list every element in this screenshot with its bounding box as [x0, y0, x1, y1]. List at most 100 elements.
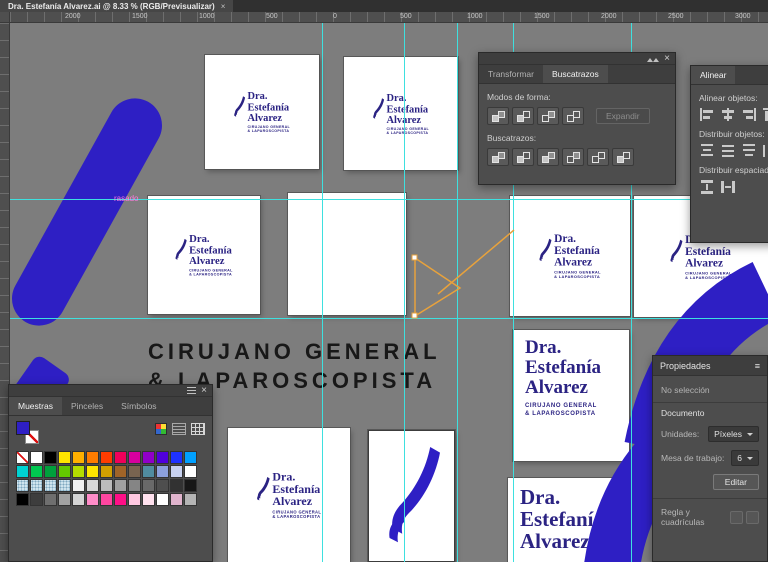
color-swatch[interactable] [184, 465, 197, 478]
pathfinder-divide-button[interactable] [487, 148, 509, 166]
color-swatch[interactable] [58, 465, 71, 478]
tab-buscatrazos[interactable]: Buscatrazos [542, 65, 608, 83]
show-grid-button[interactable] [746, 510, 759, 524]
tab-propiedades[interactable]: Propiedades [660, 361, 711, 371]
color-swatch[interactable] [128, 493, 141, 506]
color-swatch[interactable] [44, 479, 57, 492]
artboard[interactable]: Dra. Estefanía Alvarez CIRUJANO GENERAL … [510, 196, 630, 316]
logo-artwork[interactable]: Dra. Estefanía Alvarez CIRUJANO GENERAL … [256, 470, 321, 520]
color-swatch[interactable] [100, 451, 113, 464]
color-swatch[interactable] [128, 451, 141, 464]
pathfinder-merge-button[interactable] [537, 148, 559, 166]
color-swatch[interactable] [156, 493, 169, 506]
color-swatch[interactable] [142, 479, 155, 492]
color-swatch[interactable] [114, 493, 127, 506]
document-tab[interactable]: Dra. Estefanía Alvarez.ai @ 8.33 % (RGB/… [0, 0, 234, 12]
color-swatch[interactable] [142, 465, 155, 478]
fill-stroke-indicator[interactable] [16, 421, 41, 446]
close-panel-icon[interactable]: × [201, 385, 207, 396]
blue-capsule-shape[interactable] [2, 88, 172, 336]
color-swatch[interactable] [128, 465, 141, 478]
color-swatch[interactable] [86, 493, 99, 506]
logo-artwork[interactable]: Dra. Estefanía Alvarez [518, 486, 604, 552]
color-swatch[interactable] [16, 465, 29, 478]
fill-swatch[interactable] [16, 421, 30, 435]
color-swatch[interactable] [72, 451, 85, 464]
align-right-button[interactable] [741, 108, 757, 122]
color-swatch[interactable] [170, 479, 183, 492]
color-swatch[interactable] [30, 465, 43, 478]
tab-alinear[interactable]: Alinear [691, 66, 736, 84]
artboard[interactable]: Dra. Estefanía Alvarez CIRUJANO GENERAL … [205, 55, 319, 169]
color-swatch[interactable] [44, 451, 57, 464]
color-swatch[interactable] [44, 493, 57, 506]
guide-vertical[interactable] [404, 23, 405, 562]
tab-pinceles[interactable]: Pinceles [62, 397, 112, 415]
distribute-spacing-v-button[interactable] [699, 180, 715, 194]
collapse-panel-icon[interactable] [647, 54, 660, 64]
align-top-button[interactable] [762, 108, 768, 122]
pathfinder-crop-button[interactable] [562, 148, 584, 166]
top-ruler[interactable]: 2000 1500 1000 500 0 500 1000 1500 2000 2500 3000 [10, 12, 768, 23]
color-swatch[interactable] [156, 465, 169, 478]
tab-simbolos[interactable]: Símbolos [112, 397, 165, 415]
color-swatch[interactable] [30, 493, 43, 506]
distribute-bottom-button[interactable] [741, 144, 757, 158]
logo-artwork[interactable]: Dra. Estefanía Alvarez CIRUJANO GENERAL … [234, 90, 291, 133]
units-dropdown[interactable]: Píxeles [708, 426, 759, 442]
align-left-button[interactable] [699, 108, 715, 122]
pathfinder-trim-button[interactable] [512, 148, 534, 166]
tab-transformar[interactable]: Transformar [479, 65, 543, 83]
grid-view-icon[interactable] [191, 423, 205, 435]
scalpel-icon[interactable] [384, 438, 440, 554]
show-rulers-button[interactable] [730, 510, 743, 524]
color-swatch[interactable] [16, 451, 29, 464]
color-swatch[interactable] [114, 479, 127, 492]
color-swatch[interactable] [86, 479, 99, 492]
panel-menu-icon[interactable] [187, 387, 197, 394]
artboard[interactable]: Dra. Estefanía Alvarez [508, 478, 628, 562]
selected-path-outline[interactable] [408, 222, 520, 324]
color-swatch[interactable] [114, 451, 127, 464]
distribute-top-button[interactable] [699, 144, 715, 158]
distribute-left-button[interactable] [762, 144, 768, 158]
logo-artwork[interactable]: Dra. Estefanía Alvarez CIRUJANO GENERAL … [523, 338, 601, 418]
color-swatch[interactable] [72, 493, 85, 506]
color-swatch[interactable] [58, 493, 71, 506]
artboard[interactable] [368, 430, 455, 562]
color-swatch[interactable] [170, 493, 183, 506]
close-panel-icon[interactable]: × [664, 53, 670, 64]
color-swatch[interactable] [184, 479, 197, 492]
swatch-libraries-icon[interactable] [155, 423, 167, 435]
color-swatch[interactable] [114, 465, 127, 478]
shape-mode-intersect-button[interactable] [537, 107, 559, 125]
color-swatch[interactable] [58, 451, 71, 464]
color-swatch[interactable] [156, 451, 169, 464]
color-swatch[interactable] [100, 493, 113, 506]
color-swatch[interactable] [72, 479, 85, 492]
artboard[interactable]: Dra. Estefanía Alvarez CIRUJANO GENERAL … [148, 196, 260, 314]
color-swatch[interactable] [100, 479, 113, 492]
color-swatch[interactable] [30, 451, 43, 464]
color-swatch[interactable] [86, 465, 99, 478]
tab-muestras[interactable]: Muestras [9, 397, 62, 415]
color-swatch[interactable] [72, 465, 85, 478]
color-swatch[interactable] [142, 451, 155, 464]
color-swatch[interactable] [142, 493, 155, 506]
pathfinder-minus-back-button[interactable] [612, 148, 634, 166]
color-swatch[interactable] [86, 451, 99, 464]
panel-menu-icon[interactable]: ≡ [755, 361, 760, 371]
color-swatch[interactable] [170, 465, 183, 478]
artboard[interactable]: Dra. Estefanía Alvarez CIRUJANO GENERAL … [344, 57, 458, 170]
logo-artwork[interactable]: Dra. Estefanía Alvarez CIRUJANO GENERAL … [373, 92, 430, 135]
shape-mode-minus-front-button[interactable] [512, 107, 534, 125]
document-tab-close-icon[interactable]: × [221, 2, 226, 11]
color-swatch[interactable] [58, 479, 71, 492]
artboard[interactable]: Dra. Estefanía Alvarez CIRUJANO GENERAL … [228, 428, 350, 562]
color-swatch[interactable] [156, 479, 169, 492]
color-swatch[interactable] [170, 451, 183, 464]
artboard-dropdown[interactable]: 6 [731, 450, 759, 466]
list-view-icon[interactable] [172, 423, 186, 435]
shape-mode-unite-button[interactable] [487, 107, 509, 125]
color-swatch[interactable] [16, 479, 29, 492]
